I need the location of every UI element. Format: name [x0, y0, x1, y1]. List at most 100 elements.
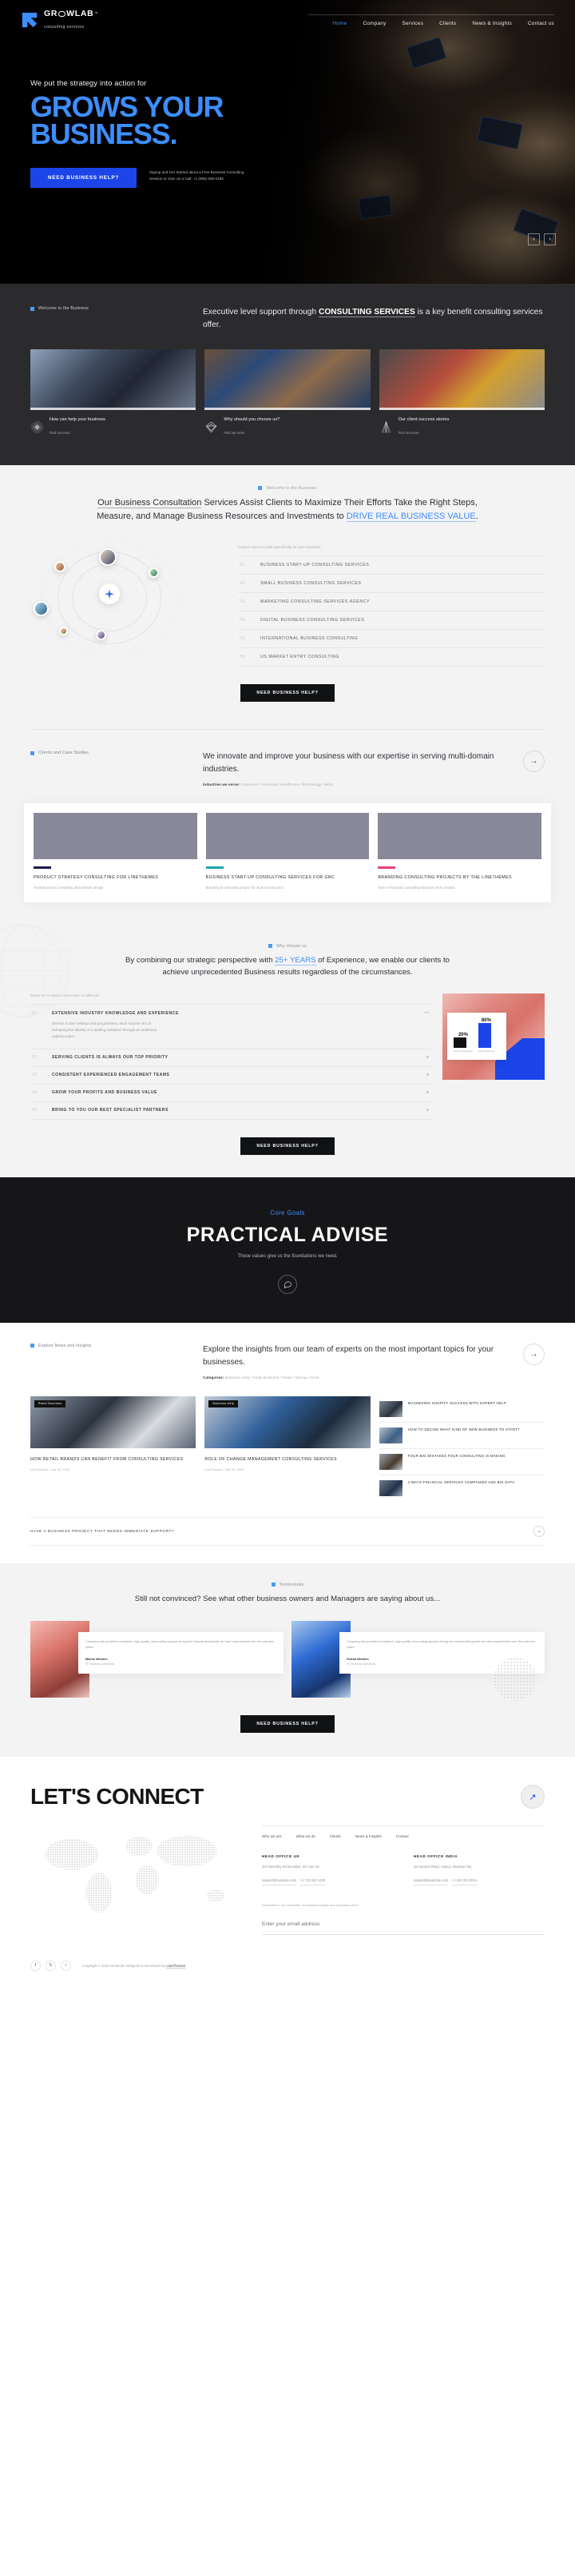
- news-featured-card[interactable]: Retail Business HOW RETAIL BRANDS CAN BE…: [30, 1395, 196, 1501]
- chart-bars: 20% without linethemes 80% with linethem…: [454, 1018, 500, 1053]
- nav-item-clients[interactable]: Clients: [439, 21, 456, 26]
- chat-icon[interactable]: [278, 1274, 297, 1294]
- project-support-arrow-button[interactable]: →: [533, 1525, 545, 1537]
- service-number: 06.: [240, 655, 247, 660]
- copyright-brand[interactable]: LineThemes: [166, 1963, 186, 1969]
- plus-icon[interactable]: +: [426, 1090, 430, 1096]
- testimonials-need-business-help-button[interactable]: NEED BUSINESS HELP?: [240, 1715, 335, 1734]
- why-accordion-header[interactable]: 02. SERVING CLIENTS IS ALWAYS OUR TOP PR…: [32, 1055, 430, 1061]
- welcome-card-title: Our client success stories: [398, 416, 450, 422]
- news-photo: Retail Business: [30, 1395, 196, 1448]
- why-accordion-header[interactable]: 03. CONSISTENT EXPERIENCED ENGAGEMENT TE…: [32, 1073, 430, 1078]
- connect-arrow-button[interactable]: ↗: [521, 1785, 545, 1810]
- decor-tablet: [358, 194, 393, 220]
- welcome-heading-bold: CONSULTING SERVICES: [318, 308, 415, 317]
- office-uk-phone[interactable]: +1 712 610 1420: [299, 1877, 326, 1885]
- office-uk: HEAD OFFICE UK 307 Beverley Rd Brooklyn,…: [262, 1854, 393, 1885]
- news-list-item[interactable]: HOW TO DECIDE WHAT KIND OF NEW BUSINESS …: [379, 1423, 545, 1449]
- plus-icon[interactable]: +: [426, 1108, 430, 1113]
- case-study-card[interactable]: BRANDING CONSULTING PROJECTS BY THE LINE…: [378, 813, 542, 890]
- news-featured-card[interactable]: Business Help ROLE OF CHANGE MANAGEMENT …: [204, 1395, 371, 1501]
- tiktok-icon[interactable]: ♪: [61, 1960, 71, 1971]
- brand-logo[interactable]: GR WLAB ™ consulting services: [21, 10, 98, 31]
- testimonial-card: Company has provided consistent, high qu…: [30, 1621, 284, 1698]
- welcome-tagline: Welcome to the Business: [30, 306, 182, 311]
- why-accordion-header[interactable]: 04. GROW YOUR PROFITS AND BUSINESS VALUE…: [32, 1090, 430, 1096]
- service-number: 03.: [240, 599, 247, 605]
- nav-item-contact-us[interactable]: Contact us: [528, 21, 554, 26]
- service-number: 02.: [240, 581, 247, 587]
- service-label: DIGITAL BUSINESS CONSULTING SERVICES: [260, 618, 365, 623]
- why-accordion-header[interactable]: 05. BRING TO YOU OUR BEST SPECIALIST PAR…: [32, 1108, 430, 1113]
- case-study-card[interactable]: BUSINESS START-UP CONSULTING SERVICES FO…: [205, 813, 370, 890]
- why-item-label: BRING TO YOU OUR BEST SPECIALIST PARTNER…: [52, 1108, 169, 1113]
- nav-item-services[interactable]: Services: [402, 21, 424, 26]
- footer-link-who-we-are[interactable]: Who we are: [262, 1834, 282, 1838]
- news-thumbnail: [379, 1427, 402, 1443]
- facebook-icon[interactable]: f: [30, 1960, 41, 1971]
- service-row[interactable]: 03. MARKETING CONSULTING SERVICES AGENCY: [238, 592, 545, 611]
- why-accordion-item: 04. GROW YOUR PROFITS AND BUSINESS VALUE…: [30, 1083, 431, 1101]
- x-twitter-icon[interactable]: 𝕏: [46, 1960, 56, 1971]
- footer-link-news-insights[interactable]: News & Insights: [355, 1834, 382, 1838]
- nav-item-company[interactable]: Company: [363, 21, 386, 26]
- case-study-card[interactable]: PRODUCT STRATEGY CONSULTING FOR LINETHEM…: [34, 813, 197, 890]
- team-orbit-graphic: [30, 540, 230, 658]
- service-number: 05.: [240, 636, 247, 642]
- newsletter-email-input[interactable]: [262, 1921, 545, 1927]
- news-view-all-arrow-button[interactable]: →: [523, 1343, 545, 1365]
- office-uk-email[interactable]: support@example.com: [262, 1877, 297, 1885]
- office-india-email[interactable]: support@example.com: [414, 1877, 449, 1885]
- welcome-card-link[interactable]: Find out more: [50, 431, 70, 435]
- service-row[interactable]: 06. US MARKET ENTRY CONSULTING: [238, 647, 545, 667]
- why-need-business-help-button[interactable]: NEED BUSINESS HELP?: [240, 1137, 335, 1155]
- news-insights-section: Explore News and Insights Explore the in…: [0, 1322, 575, 1563]
- footer-link-contact[interactable]: Contact: [396, 1834, 409, 1838]
- welcome-card-link[interactable]: Find out more: [224, 431, 244, 435]
- service-row[interactable]: 02. SMALL BUSINESS CONSULTING SERVICES: [238, 574, 545, 592]
- why-accordion-header[interactable]: 01. EXTENSIVE INDUSTRY KNOWLEDGE AND EXP…: [32, 1010, 430, 1016]
- hero-prev-button[interactable]: ‹: [528, 233, 540, 245]
- welcome-card[interactable]: How can help your business Find out more: [30, 348, 196, 438]
- news-list-item[interactable]: MAXIMIZING SHOPIFY SUCCESS WITH EXPERT H…: [379, 1396, 545, 1423]
- why-item-label: CONSISTENT EXPERIENCED ENGAGEMENT TEAMS: [52, 1073, 170, 1078]
- diamond-icon: [204, 420, 218, 434]
- plus-icon[interactable]: +: [426, 1055, 430, 1061]
- clients-view-all-arrow-button[interactable]: →: [523, 751, 545, 773]
- news-categories-label: Categories:: [203, 1376, 224, 1380]
- hero-next-button[interactable]: ›: [544, 233, 556, 245]
- footer-link-clients[interactable]: Clients: [330, 1834, 341, 1838]
- brand-tm: ™: [94, 11, 99, 16]
- clients-header: Clients and Case Studies We innovate and…: [0, 730, 575, 787]
- welcome-card-photo: [30, 348, 196, 410]
- service-row[interactable]: 01. BUSINESS START-UP CONSULTING SERVICE…: [238, 555, 545, 574]
- project-support-banner[interactable]: HAVE A BUSINESS PROJECT THAT NEEDS IMMED…: [30, 1516, 545, 1546]
- hero-need-business-help-button[interactable]: NEED BUSINESS HELP?: [30, 168, 137, 189]
- welcome-heading-pre: Executive level support through: [203, 308, 319, 317]
- welcome-card[interactable]: Why should you choose us? Find out more: [204, 348, 371, 438]
- footer-link-what-we-do[interactable]: What we do: [296, 1834, 315, 1838]
- welcome-card-bar: [379, 407, 545, 410]
- testimonials-heading: Still not convinced? See what other busi…: [134, 1594, 441, 1603]
- clients-tag-label: Clients and Case Studies: [38, 751, 89, 756]
- news-thumbnail: [379, 1479, 402, 1496]
- nav-item-news-insights[interactable]: News & Insights: [472, 21, 512, 26]
- service-row[interactable]: 04. DIGITAL BUSINESS CONSULTING SERVICES: [238, 611, 545, 629]
- nav-item-home[interactable]: Home: [332, 21, 347, 26]
- brand-wordmark: GR WLAB ™ consulting services: [44, 10, 98, 31]
- news-list-item[interactable]: 4 WAYS FINANCIAL SERVICES COMPANIES USE …: [379, 1475, 545, 1501]
- minus-icon[interactable]: —: [424, 1010, 430, 1016]
- testimonial-card: Company has provided consistent, high qu…: [291, 1621, 545, 1702]
- consultation-need-business-help-button[interactable]: NEED BUSINESS HELP?: [240, 684, 335, 703]
- service-row[interactable]: 05. INTERNATIONAL BUSINESS CONSULTING: [238, 629, 545, 647]
- news-list-item[interactable]: FOUR BIG MISTAKES FOUR CONSULTING IS MAK…: [379, 1449, 545, 1475]
- consultation-heading-4: .: [475, 512, 478, 522]
- welcome-card[interactable]: Our client success stories Find out more: [379, 348, 545, 438]
- welcome-card-text: Our client success stories Find out more: [399, 417, 450, 438]
- plus-icon[interactable]: +: [426, 1073, 430, 1078]
- welcome-card-bar: [30, 407, 196, 410]
- welcome-card-link[interactable]: Find out more: [399, 431, 419, 435]
- office-india-phone[interactable]: +1 181 303 2014: [451, 1877, 478, 1885]
- why-item-number: 05.: [32, 1108, 39, 1113]
- why-heading-1: By combining our strategic perspective w…: [125, 955, 276, 965]
